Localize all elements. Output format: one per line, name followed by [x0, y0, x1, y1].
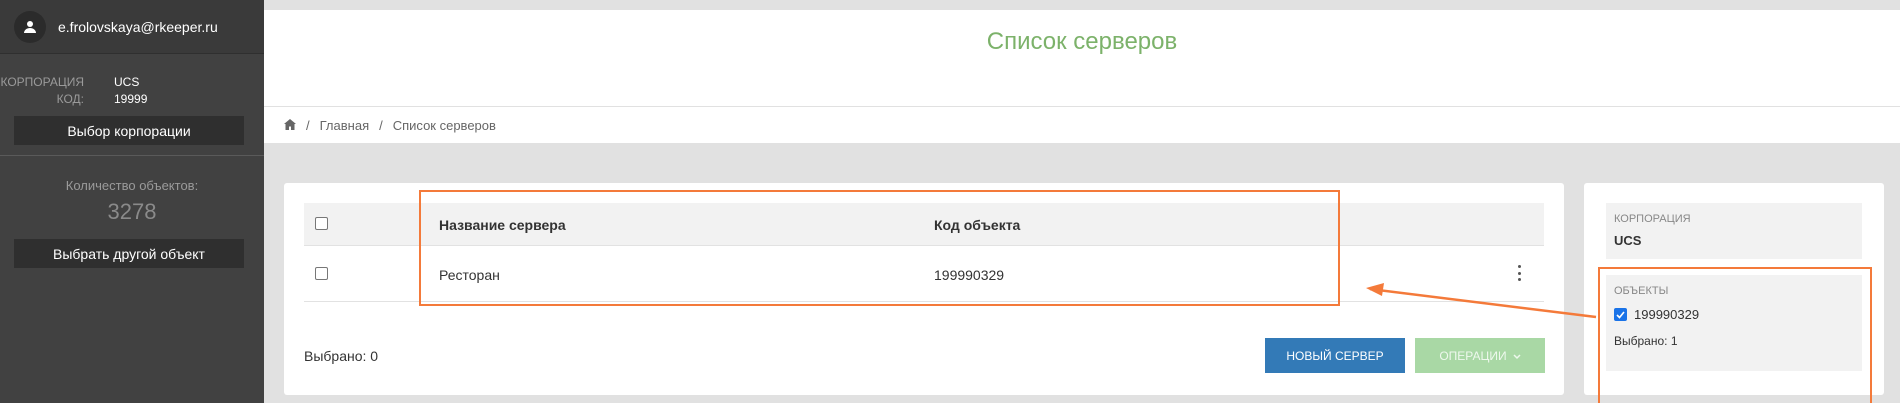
- annotation-arrow-icon: [1366, 283, 1597, 319]
